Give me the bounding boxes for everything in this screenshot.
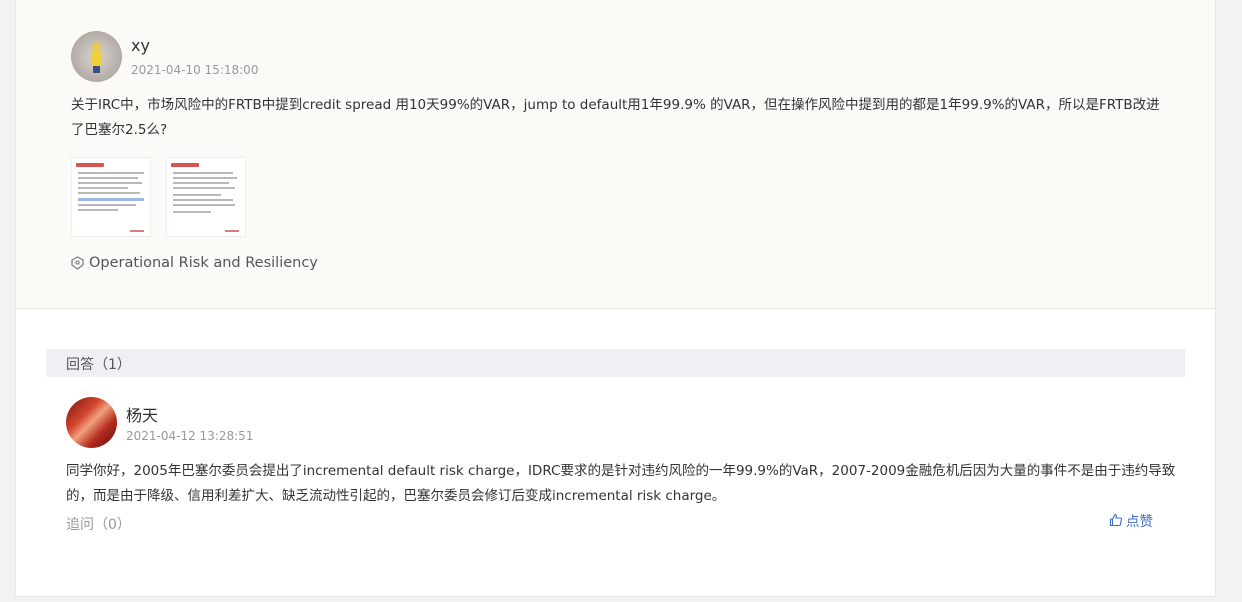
thumbnail-text-line	[173, 199, 233, 201]
thumbnail-text-line	[173, 187, 235, 189]
thumbnail-heading-mark	[76, 163, 104, 167]
qa-card: xy 2021-04-10 15:18:00 关于IRC中，市场风险中的FRTB…	[15, 0, 1216, 597]
thumbnail-text-line	[78, 177, 138, 179]
thumbnail-text-line	[78, 187, 128, 189]
followup-button[interactable]: 追问（0）	[66, 514, 131, 534]
question-text: 关于IRC中，市场风险中的FRTB中提到credit spread 用10天99…	[71, 97, 1160, 138]
thumbnail-text-line	[173, 194, 221, 196]
thumbnail-text-line	[173, 211, 211, 213]
question-image-thumbnail-1[interactable]	[71, 157, 151, 237]
like-label: 点赞	[1126, 514, 1153, 530]
thumbnail-footer-mark	[225, 230, 239, 232]
thumbnail-text-line	[173, 177, 237, 179]
thumbnail-heading-mark	[171, 163, 199, 167]
thumbs-up-icon	[1109, 513, 1122, 527]
tag-label: Operational Risk and Resiliency	[89, 255, 318, 271]
answer-user-avatar[interactable]	[66, 397, 117, 448]
question-timestamp: 2021-04-10 15:18:00	[131, 63, 259, 77]
thumbnail-text-line	[78, 172, 144, 174]
like-button[interactable]: 点赞	[1109, 510, 1153, 530]
question-category-tag[interactable]: Operational Risk and Resiliency	[71, 253, 318, 273]
thumbnail-text-line	[78, 209, 118, 211]
thumbnail-text-line	[78, 204, 136, 206]
answer-timestamp: 2021-04-12 13:28:51	[126, 429, 254, 443]
thumbnail-footer-mark	[130, 230, 144, 232]
question-image-thumbnail-2[interactable]	[166, 157, 246, 237]
answer-username[interactable]: 杨天	[126, 402, 158, 426]
avatar-figure-body	[91, 50, 102, 67]
thumbnail-text-line	[173, 182, 229, 184]
tag-icon	[71, 256, 84, 270]
question-user-avatar[interactable]	[71, 31, 122, 82]
question-section: xy 2021-04-10 15:18:00 关于IRC中，市场风险中的FRTB…	[16, 0, 1215, 309]
thumbnail-text-line	[173, 172, 233, 174]
question-username[interactable]: xy	[131, 36, 150, 55]
answers-header-bar: 回答（1）	[46, 349, 1185, 377]
answers-count-title: 回答（1）	[66, 357, 131, 373]
thumbnail-text-line	[173, 204, 235, 206]
answer-text: 同学你好，2005年巴塞尔委员会提出了incremental default r…	[66, 463, 1176, 504]
avatar-figure-legs	[93, 66, 100, 73]
thumbnail-text-line	[78, 192, 140, 194]
thumbnail-highlight-line	[78, 198, 144, 201]
thumbnail-text-line	[78, 182, 142, 184]
